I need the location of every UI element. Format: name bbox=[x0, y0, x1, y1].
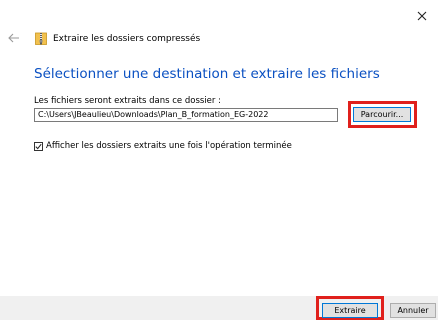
back-button[interactable] bbox=[6, 30, 22, 46]
show-extracted-option[interactable]: Afficher les dossiers extraits une fois … bbox=[34, 141, 292, 151]
zip-folder-icon bbox=[35, 32, 47, 45]
window-title-row: Extraire les dossiers compressés bbox=[35, 32, 200, 45]
browse-button[interactable]: Parcourir... bbox=[353, 107, 411, 122]
cancel-button[interactable]: Annuler bbox=[390, 303, 436, 318]
show-extracted-label: Afficher les dossiers extraits une fois … bbox=[46, 141, 292, 151]
checkmark-icon bbox=[35, 143, 42, 149]
close-button[interactable] bbox=[412, 6, 432, 26]
back-arrow-icon bbox=[8, 33, 19, 43]
destination-path-input[interactable]: C:\Users\JBeaulieu\Downloads\Plan_B_form… bbox=[34, 108, 338, 122]
show-extracted-checkbox[interactable] bbox=[34, 141, 43, 151]
window-title: Extraire les dossiers compressés bbox=[53, 33, 201, 44]
page-heading: Sélectionner une destination et extraire… bbox=[34, 66, 380, 82]
destination-label: Les fichiers seront extraits dans ce dos… bbox=[34, 96, 221, 106]
extract-button[interactable]: Extraire bbox=[322, 303, 378, 318]
close-icon bbox=[417, 11, 427, 21]
